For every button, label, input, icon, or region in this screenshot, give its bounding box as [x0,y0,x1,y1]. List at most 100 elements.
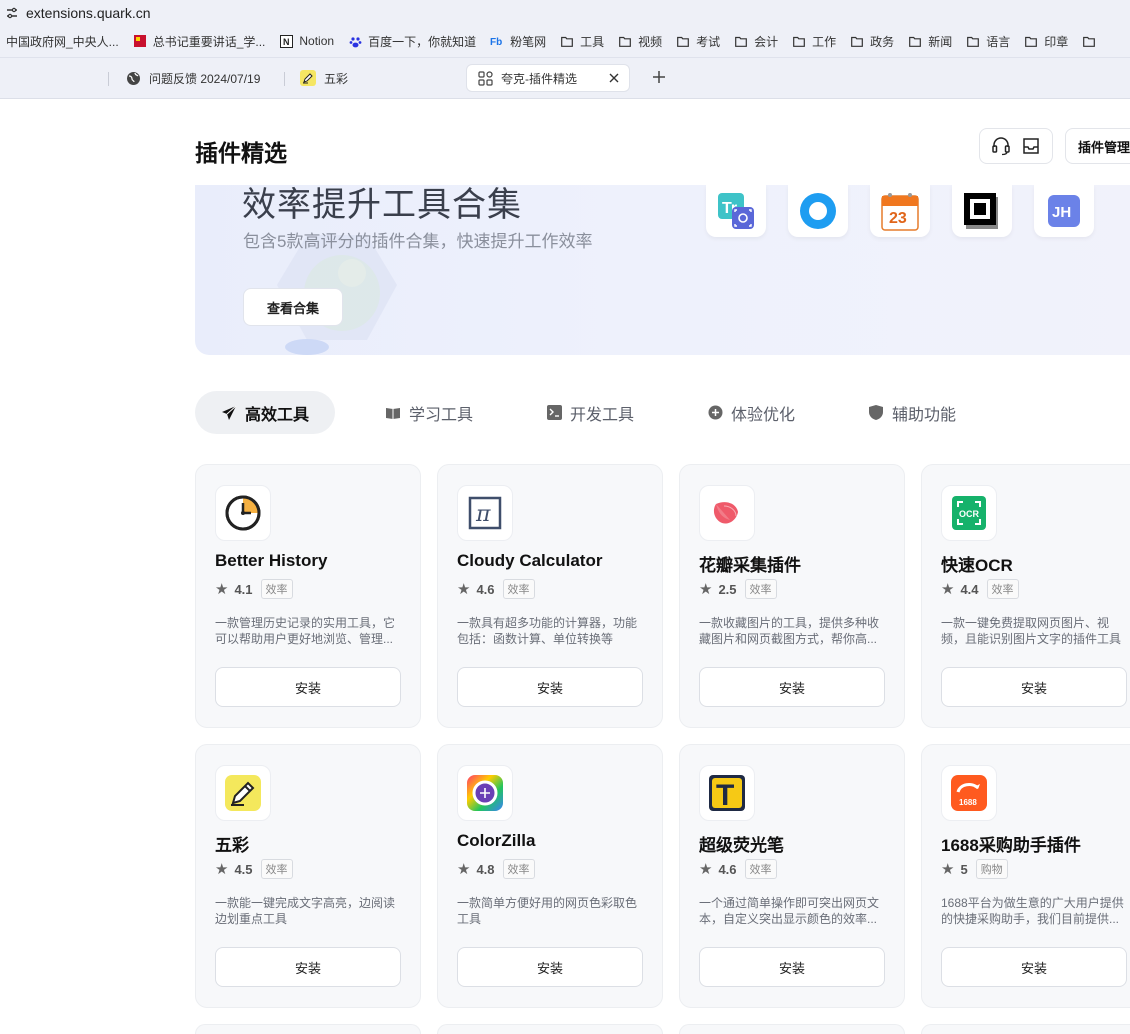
extension-icon: OCR [941,485,997,541]
ocr-icon: OCR [952,496,986,530]
baidu-icon [348,34,362,48]
banner-app-icon[interactable]: 23 [870,185,930,237]
install-button[interactable]: 安装 [215,947,401,987]
extensions-icon [477,70,493,86]
address-bar[interactable]: extensions.quark.cn [0,0,1130,25]
category-tag: 购物 [975,859,1008,879]
star-icon: ★ [215,861,229,878]
site-settings-icon[interactable] [4,5,20,21]
svg-text:T: T [716,779,734,812]
extension-description: 一款收藏图片的工具，提供多种收藏图片和网页截图方式，帮你高... [699,616,880,646]
category-tab-dev[interactable]: 开发工具 [546,391,634,434]
tab-strip: 问题反馈 2024/07/19 五彩 夸克-插件精选 [0,58,1130,99]
category-tag: 效率 [744,579,777,599]
bookmark-item[interactable]: 总书记重要讲话_学... [133,33,265,50]
tab-separator [284,72,285,86]
category-tab-accessibility[interactable]: 辅助功能 [868,391,956,434]
bookmark-folder[interactable]: 工作 [792,33,836,50]
extension-name: 花瓣采集插件 [699,556,801,575]
extension-card[interactable] [195,1024,421,1034]
svg-text:N: N [283,37,290,47]
tab-feedback[interactable]: 问题反馈 2024/07/19 [125,64,260,92]
banner-app-icon[interactable] [952,185,1012,237]
bookmark-folder[interactable]: 印章 [1024,33,1068,50]
collection-banner[interactable]: 效率提升工具合集 包含5款高评分的插件合集，快速提升工作效率 查看合集 Tr 2… [195,185,1130,355]
extension-card[interactable] [921,1024,1130,1034]
headset-icon[interactable] [990,135,1012,157]
extension-name: Cloudy Calculator [457,551,603,570]
install-button[interactable]: 安装 [699,947,885,987]
bookmark-folder[interactable]: 视频 [618,33,662,50]
bookmark-folder[interactable]: 工具 [560,33,604,50]
extension-rating: ★ 4.1 效率 [215,579,293,599]
install-button[interactable]: 安装 [215,667,401,707]
extension-card[interactable] [437,1024,663,1034]
bookmark-item[interactable]: 中国政府网_中央人... [6,33,119,50]
extension-rating: ★ 4.4 效率 [941,579,1019,599]
extension-card[interactable]: 五彩 ★ 4.5 效率 一款能一键完成文字高亮，边阅读边划重点工具 安装 [195,744,421,1008]
category-tab-experience[interactable]: 体验优化 [707,391,795,434]
close-tab-icon[interactable] [607,71,621,85]
banner-app-icon[interactable]: JH [1034,185,1094,237]
folder-icon [560,34,574,48]
extension-card[interactable]: 1688 1688采购助手插件 ★ 5 购物 1688平台为做生意的广大用户提供的快… [921,744,1130,1008]
svg-text:JH: JH [1052,204,1071,221]
extension-card[interactable] [679,1024,905,1034]
extension-name: 五彩 [215,836,249,855]
install-button[interactable]: 安装 [457,667,643,707]
bookmark-item[interactable]: 百度一下，你就知道 [348,33,476,50]
extension-description: 1688平台为做生意的广大用户提供的快捷采购助手，我们目前提供... [941,896,1124,926]
category-tab-efficient[interactable]: 高效工具 [195,391,336,434]
folder-icon [1024,34,1038,48]
install-button[interactable]: 安装 [699,667,885,707]
globe-icon [125,70,141,86]
new-tab-button[interactable] [650,68,668,86]
manage-extensions-button[interactable]: 插件管理 [1065,128,1130,164]
tab-wucai[interactable]: 五彩 [300,64,348,92]
view-collection-button[interactable]: 查看合集 [243,288,343,326]
banner-subtitle: 包含5款高评分的插件合集，快速提升工作效率 [243,232,593,251]
svg-text:Fb: Fb [490,37,502,47]
category-tab-learning[interactable]: 学习工具 [385,391,473,434]
folder-icon [618,34,632,48]
banner-app-icon[interactable]: Tr [706,185,766,237]
flag-icon [133,34,147,48]
extension-icon [457,765,513,821]
extension-card[interactable]: 花瓣采集插件 ★ 2.5 效率 一款收藏图片的工具，提供多种收藏图片和网页截图方式，… [679,464,905,728]
extension-card[interactable]: Better History ★ 4.1 效率 一款管理历史记录的实用工具，它可以帮… [195,464,421,728]
fenbi-icon: Fb [490,34,504,48]
pi-icon: π [468,496,502,530]
bookmark-item[interactable]: N Notion [279,34,334,48]
paper-plane-icon [221,405,237,421]
bookmark-folder[interactable]: 语言 [966,33,1010,50]
banner-app-icon[interactable] [788,185,848,237]
install-button[interactable]: 安装 [457,947,643,987]
bookmark-item[interactable]: Fb 粉笔网 [490,33,546,50]
extension-rating: ★ 4.5 效率 [215,859,293,879]
category-tag: 效率 [744,859,777,879]
bookmark-folder[interactable]: 政务 [850,33,894,50]
category-tag: 效率 [986,579,1019,599]
inbox-icon[interactable] [1020,135,1042,157]
tab-extensions[interactable]: 夸克-插件精选 [466,64,630,92]
tab-separator [108,72,109,86]
bookmark-folder[interactable] [1082,34,1102,48]
qr-frame-icon [964,193,998,229]
bookmark-folder[interactable]: 考试 [676,33,720,50]
extension-icon [215,485,271,541]
bookmark-folder[interactable]: 新闻 [908,33,952,50]
banner-title: 效率提升工具合集 [242,186,522,224]
extension-name: 1688采购助手插件 [941,836,1081,855]
install-button[interactable]: 安装 [941,667,1127,707]
extension-card[interactable]: ColorZilla ★ 4.8 效率 一款简单方便好用的网页色彩取色工具 安装 [437,744,663,1008]
extension-card[interactable]: OCR 快速OCR ★ 4.4 效率 一款一键免费提取网页图片、视频，且能识别图片文… [921,464,1130,728]
extension-name: Better History [215,551,328,570]
calendar-icon: 23 [881,193,919,231]
category-tag: 效率 [260,579,293,599]
extension-card[interactable]: π Cloudy Calculator ★ 4.6 效率 一款具有超多功能的计算器，… [437,464,663,728]
bookmark-folder[interactable]: 会计 [734,33,778,50]
jh-icon: JH [1048,195,1080,227]
install-button[interactable]: 安装 [941,947,1127,987]
extension-card[interactable]: T 超级荧光笔 ★ 4.6 效率 一个通过简单操作即可突出网页文本，自定义突出显示颜… [679,744,905,1008]
folder-icon [908,34,922,48]
